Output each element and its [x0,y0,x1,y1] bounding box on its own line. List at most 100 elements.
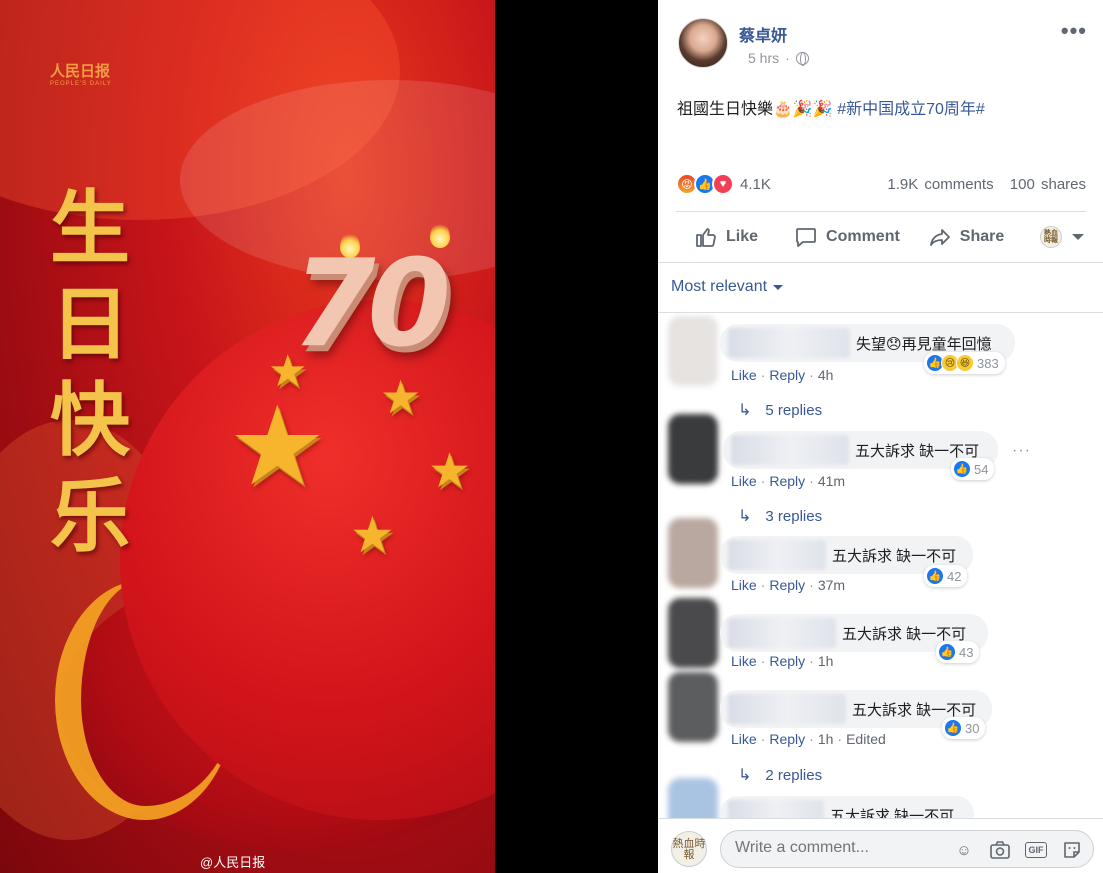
author-name[interactable]: 蔡卓妍 [739,22,787,46]
separator-dot: · [837,731,843,747]
comment-reactions[interactable]: 👍 43 [936,641,980,663]
post-as-selector[interactable]: 熱血時報 [1040,226,1084,248]
comment-reply-link[interactable]: Reply [769,577,805,593]
view-replies-link[interactable]: ↳ 2 replies [738,765,822,785]
reaction-count: 30 [965,720,980,736]
commenter-name[interactable] [728,328,850,358]
shares-count[interactable]: 100 shares [1010,176,1086,193]
commenter-avatar[interactable] [668,518,718,588]
post-stats: 1.9K comments 100 shares [887,176,1086,193]
separator-dot: · [809,577,814,593]
comment-input-box[interactable]: ☺ GIF [720,830,1094,868]
separator-dot: · [785,50,790,66]
post-time[interactable]: 5 hrs [748,50,779,66]
reaction-count: 54 [974,461,989,477]
replies-label: 5 replies [765,401,823,419]
comment-time[interactable]: 41m [818,473,845,489]
commenter-name[interactable] [728,694,846,724]
comment-actions: Like · Reply · 1h [731,653,833,669]
reaction-summary[interactable]: 😡 👍 ♥ 4.1K [676,173,771,195]
watermark-brand-sub: PEOPLE'S DAILY [50,81,112,87]
like-reaction-icon: 👍 [938,643,956,661]
commenter-avatar[interactable] [668,598,718,668]
like-button[interactable]: Like [694,225,758,249]
author-avatar[interactable] [678,18,728,68]
camera-icon[interactable] [989,839,1011,861]
small-star-icon: ★ [380,371,422,423]
current-user-avatar[interactable]: 熱血時報 [671,831,707,867]
thumbs-up-icon [696,228,716,247]
love-reaction-icon: ♥ [712,173,734,195]
comment-text: 五大訴求 缺一不可 [832,547,957,565]
share-label: Share [959,228,1005,245]
comment-like-link[interactable]: Like [731,473,757,489]
photo-letterbox [495,0,658,873]
comment-reply-link[interactable]: Reply [769,473,805,489]
comment-like-link[interactable]: Like [731,653,757,669]
comment-label: Comment [826,228,900,245]
comment-time[interactable]: 1h [818,731,834,747]
reaction-count: 383 [977,355,999,371]
caret-down-icon [773,284,784,290]
haha-reaction-icon: 😆 [956,354,974,372]
weibo-watermark: @人民日报 [200,855,266,870]
share-button[interactable]: Share [928,225,1004,249]
big-star-icon: ★ [228,385,327,508]
gif-icon[interactable]: GIF [1025,842,1047,858]
emoji-icon[interactable]: ☺ [953,839,975,861]
commenter-name[interactable] [728,618,836,648]
commenter-name[interactable] [728,540,826,570]
comment-time[interactable]: 37m [818,577,845,593]
more-options-icon[interactable]: ••• [1061,18,1087,44]
reply-arrow-icon: ↳ [738,767,752,784]
separator-dot: · [760,731,766,747]
separator-dot: · [760,367,766,383]
chevron-down-icon [1072,234,1084,240]
view-replies-link[interactable]: ↳ 3 replies [738,506,822,526]
commenter-avatar[interactable] [668,672,718,742]
separator-dot: · [809,731,814,747]
comment-reply-link[interactable]: Reply [769,653,805,669]
comment-time[interactable]: 1h [818,653,834,669]
reaction-count: 43 [959,644,974,660]
commenter-name[interactable] [731,435,849,465]
page-avatar: 熱血時報 [1040,226,1062,248]
comment-actions: Like · Reply · 37m [731,577,845,593]
commenter-avatar[interactable] [668,316,718,386]
comment-reply-link[interactable]: Reply [769,367,805,383]
comment-options-icon[interactable]: ··· [1012,442,1031,460]
post-body: 祖國生日快樂🎂🎉🎉 [677,101,838,118]
commenter-avatar[interactable] [668,414,718,484]
comment-reactions[interactable]: 👍 42 [924,565,968,587]
separator-dot: · [760,473,766,489]
write-comment-bar: 熱血時報 ☺ GIF [658,818,1103,873]
watermark-brand: 人民日报 [50,63,111,80]
post-photo[interactable]: 70 ★ ★ ★ ★ ★ 生日快乐 人民日报 PEOPLE'S DAILY @人… [0,0,495,873]
comment-actions: Like · Reply · 1h · Edited [731,731,886,747]
post-meta: 5 hrs · [748,50,809,66]
comment-time[interactable]: 4h [818,367,834,383]
comment-reactions[interactable]: 👍 54 [951,458,995,480]
comment-like-link[interactable]: Like [731,577,757,593]
comment-like-link[interactable]: Like [731,731,757,747]
sticker-icon[interactable] [1061,839,1083,861]
comment-reactions[interactable]: 👍 30 [942,717,986,739]
post-text: 祖國生日快樂🎂🎉🎉 #新中国成立70周年# [677,95,985,119]
comment-like-link[interactable]: Like [731,367,757,383]
comment-reply-link[interactable]: Reply [769,731,805,747]
reaction-count: 42 [947,568,962,584]
comments-count[interactable]: 1.9K comments [887,176,993,193]
globe-icon[interactable] [795,51,809,66]
peoples-daily-watermark: 人民日报 PEOPLE'S DAILY [50,60,112,87]
sort-label: Most relevant [671,278,768,295]
separator-dot: · [809,473,814,489]
comment-actions: Like · Reply · 4h [731,367,833,383]
hashtag-link[interactable]: #新中国成立70周年# [837,101,985,118]
view-replies-link[interactable]: ↳ 5 replies [738,400,822,420]
edited-label[interactable]: Edited [846,731,886,747]
comment-reactions[interactable]: 👍 😢 😆 383 [924,352,1005,374]
comment-input[interactable] [735,839,935,857]
comment-text: 失望😞再見童年回憶 [856,335,992,353]
comment-sort-dropdown[interactable]: Most relevant [671,278,784,296]
comment-button[interactable]: Comment [794,225,900,249]
